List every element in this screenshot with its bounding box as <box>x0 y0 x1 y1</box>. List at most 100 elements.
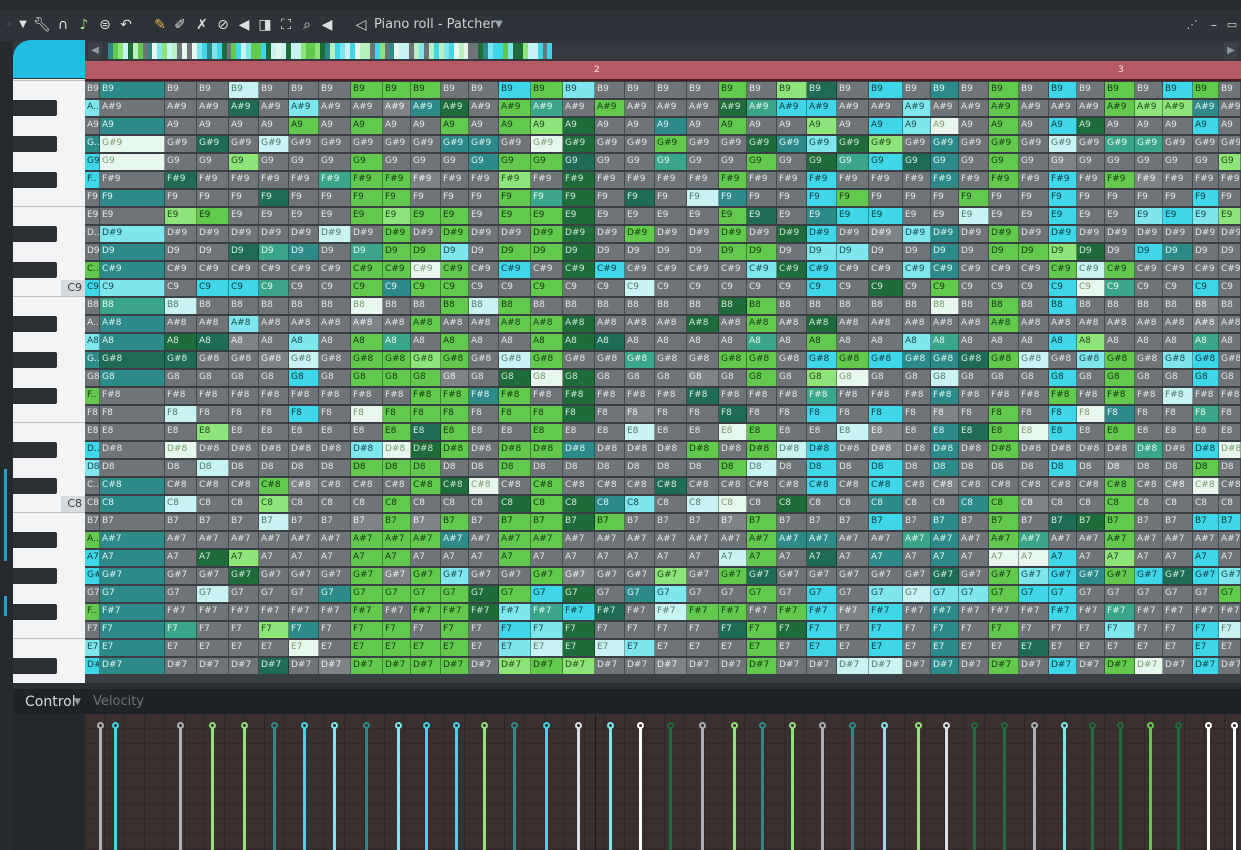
note-block[interactable]: C#8 <box>807 478 837 494</box>
note-block[interactable]: B7 <box>719 514 747 530</box>
note-block[interactable]: G7 <box>989 586 1019 602</box>
note-block[interactable]: D9 <box>441 244 469 260</box>
note-block[interactable]: F9 <box>625 190 655 206</box>
note-block[interactable]: A#7 <box>747 532 777 548</box>
note-block[interactable]: G#8 <box>837 352 869 368</box>
note-block[interactable]: D#8 <box>807 442 837 458</box>
piano-keyboard[interactable]: C9 C8 <box>13 79 85 683</box>
note-block[interactable]: E7 <box>595 640 625 656</box>
note-block[interactable]: D#8 <box>1019 442 1049 458</box>
note-block[interactable]: D#7 <box>989 658 1019 674</box>
mute-icon[interactable]: ⊘ <box>214 16 232 34</box>
note-block[interactable]: C.. <box>85 262 100 278</box>
note-block[interactable]: F#7 <box>469 604 499 620</box>
note-block[interactable]: G8 <box>531 370 563 386</box>
pattern-overview[interactable] <box>108 43 553 59</box>
note-block[interactable]: A#8 <box>531 316 563 332</box>
note-block[interactable]: F#7 <box>197 604 229 620</box>
note-block[interactable]: A9 <box>531 118 563 134</box>
note-block[interactable]: C#9 <box>1049 262 1077 278</box>
note-block[interactable]: F#7 <box>229 604 259 620</box>
velocity-editor[interactable] <box>85 714 1241 850</box>
note-block[interactable]: C#9 <box>931 262 959 278</box>
note-block[interactable]: E9 <box>563 208 595 224</box>
note-block[interactable]: D#7 <box>1193 658 1219 674</box>
note-block[interactable]: D9 <box>869 244 903 260</box>
note-block[interactable]: B7 <box>989 514 1019 530</box>
note-block[interactable]: A#7 <box>989 532 1019 548</box>
note-block[interactable]: A#7 <box>197 532 229 548</box>
note-block[interactable]: A#8 <box>229 316 259 332</box>
note-block[interactable]: F8 <box>351 406 383 422</box>
note-block[interactable]: E7 <box>1019 640 1049 656</box>
note-block[interactable]: A7 <box>747 550 777 566</box>
note-block[interactable]: B7 <box>441 514 469 530</box>
note-block[interactable]: F7 <box>1135 622 1163 638</box>
note-block[interactable]: F9 <box>989 190 1019 206</box>
note-block[interactable]: C9 <box>655 280 687 296</box>
note-block[interactable]: F7 <box>289 622 319 638</box>
note-block[interactable]: D8 <box>869 460 903 476</box>
note-block[interactable]: F#9 <box>383 172 411 188</box>
note-block[interactable]: D#8 <box>719 442 747 458</box>
velocity-stem[interactable] <box>545 726 548 850</box>
note-block[interactable]: D#7 <box>655 658 687 674</box>
note-block[interactable]: F9 <box>289 190 319 206</box>
note-block[interactable]: E9 <box>837 208 869 224</box>
note-block[interactable]: F#9 <box>837 172 869 188</box>
note-block[interactable]: D8 <box>411 460 441 476</box>
note-block[interactable]: A7 <box>469 550 499 566</box>
note-block[interactable]: C#8 <box>229 478 259 494</box>
note-block[interactable]: F7 <box>989 622 1019 638</box>
note-block[interactable]: F8 <box>1163 406 1193 422</box>
note-block[interactable]: D#9 <box>869 226 903 242</box>
note-block[interactable]: A#9 <box>869 100 903 116</box>
velocity-handle[interactable] <box>849 722 856 729</box>
note-block[interactable]: F#7 <box>1019 604 1049 620</box>
note-block[interactable]: F#8 <box>197 388 229 404</box>
note-block[interactable]: F8 <box>259 406 289 422</box>
note-block[interactable]: B9 <box>687 82 719 98</box>
note-block[interactable]: A#8 <box>807 316 837 332</box>
note-block[interactable]: G#9 <box>469 136 499 152</box>
note-block[interactable]: A#9 <box>531 100 563 116</box>
note-block[interactable]: F#9 <box>1163 172 1193 188</box>
note-block[interactable]: D#7 <box>687 658 719 674</box>
note-block[interactable]: G7 <box>959 586 989 602</box>
note-block[interactable]: E8 <box>719 424 747 440</box>
note-block[interactable]: A#8 <box>383 316 411 332</box>
note-block[interactable]: G8 <box>229 370 259 386</box>
velocity-handle[interactable] <box>177 722 184 729</box>
velocity-handle[interactable] <box>667 722 674 729</box>
note-block[interactable]: G7 <box>655 586 687 602</box>
note-block[interactable]: A#9 <box>747 100 777 116</box>
note-block[interactable]: G#8 <box>441 352 469 368</box>
note-block[interactable]: B7 <box>869 514 903 530</box>
note-block[interactable]: D#9 <box>625 226 655 242</box>
note-block[interactable]: C#9 <box>1105 262 1135 278</box>
note-block[interactable]: C#8 <box>441 478 469 494</box>
note-block[interactable]: A#7 <box>837 532 869 548</box>
note-block[interactable]: D#9 <box>259 226 289 242</box>
note-block[interactable]: D#7 <box>1105 658 1135 674</box>
note-block[interactable]: A8 <box>411 334 441 350</box>
note-block[interactable]: B8 <box>1019 298 1049 314</box>
note-block[interactable]: D#8 <box>1077 442 1105 458</box>
note-block[interactable]: F7 <box>1019 622 1049 638</box>
note-block[interactable]: A#8 <box>687 316 719 332</box>
note-block[interactable]: C9 <box>989 280 1019 296</box>
note-block[interactable]: B7 <box>687 514 719 530</box>
note-block[interactable]: G8 <box>441 370 469 386</box>
note-block[interactable]: G7 <box>1219 586 1241 602</box>
note-block[interactable]: F#7 <box>595 604 625 620</box>
note-block[interactable]: F8 <box>959 406 989 422</box>
velocity-stem[interactable] <box>701 726 704 850</box>
note-block[interactable]: C9 <box>197 280 229 296</box>
note-block[interactable]: G9 <box>351 154 383 170</box>
note-block[interactable]: F#9 <box>807 172 837 188</box>
note-block[interactable]: F#8 <box>259 388 289 404</box>
note-block[interactable]: C#8 <box>289 478 319 494</box>
note-block[interactable]: A#9 <box>931 100 959 116</box>
note-block[interactable]: B7 <box>1193 514 1219 530</box>
note-block[interactable]: D9 <box>383 244 411 260</box>
